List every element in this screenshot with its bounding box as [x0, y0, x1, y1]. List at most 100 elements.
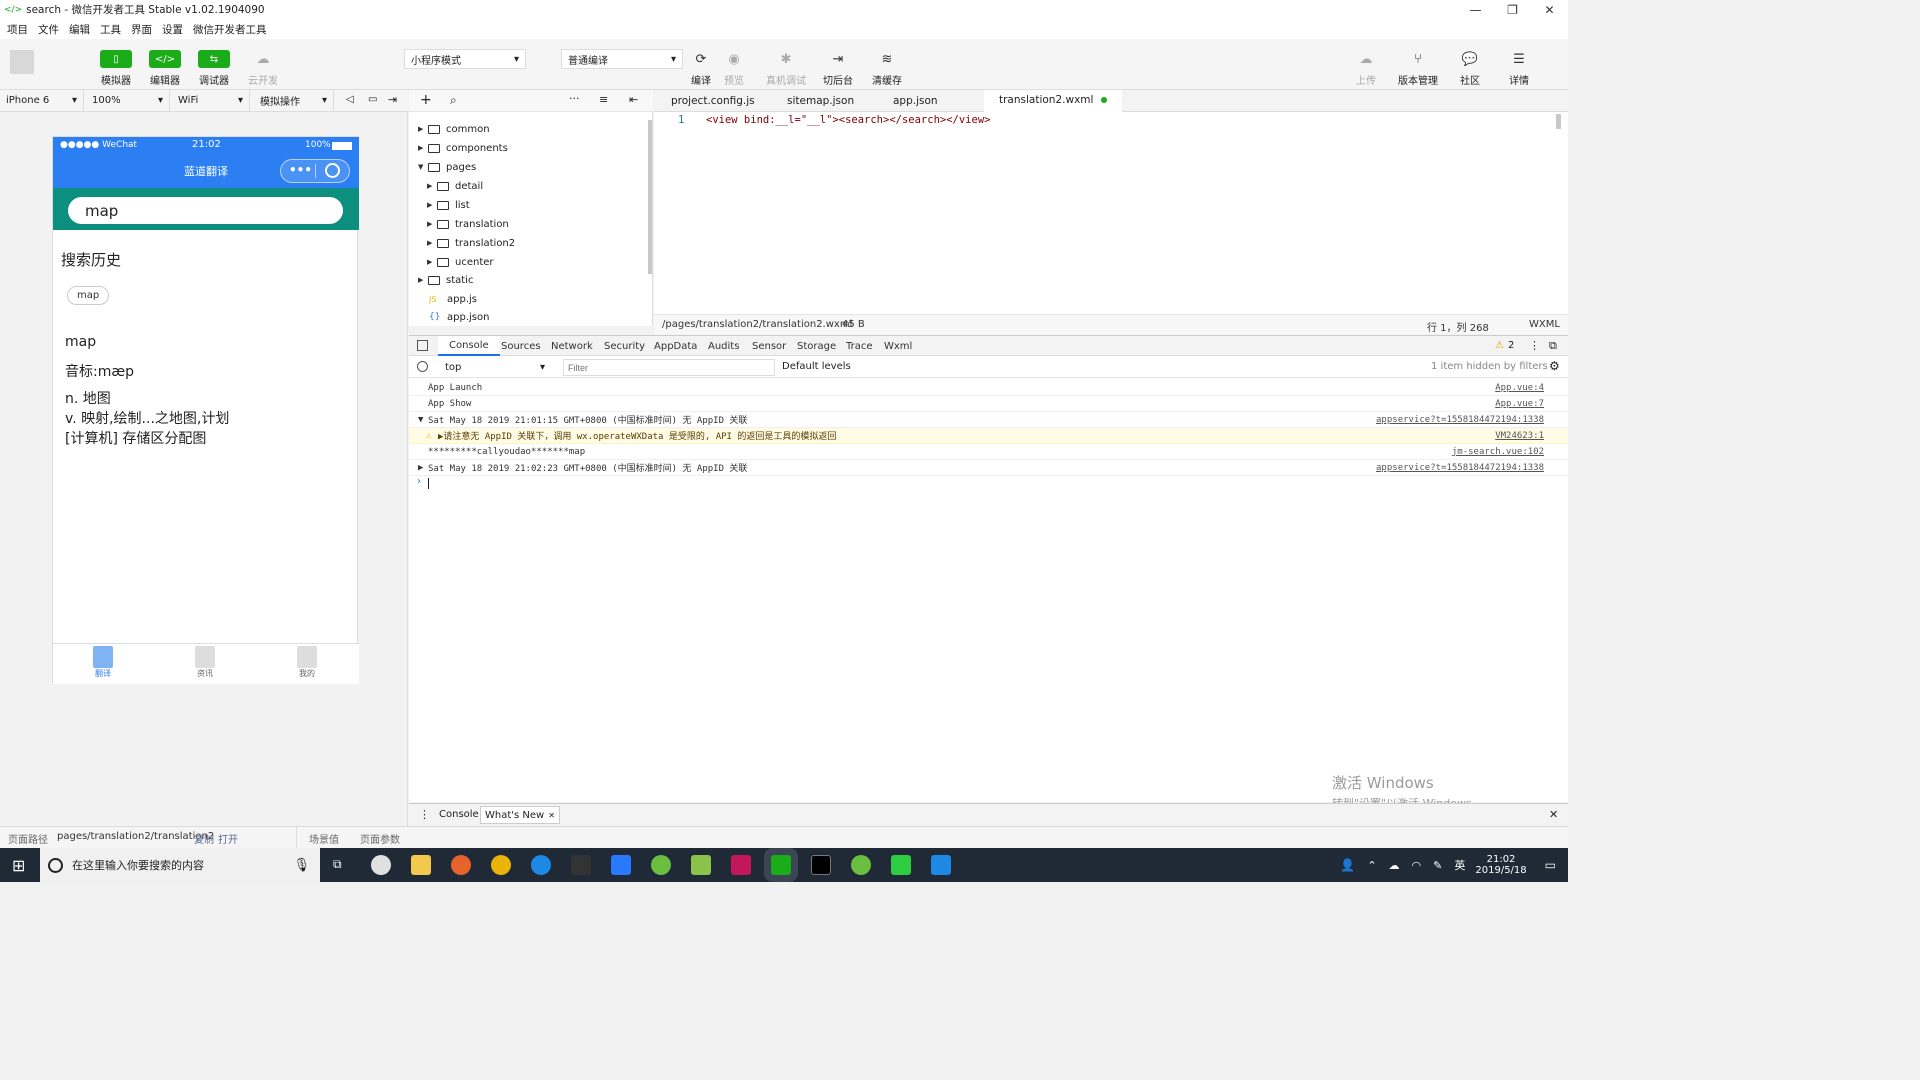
preview-button[interactable]: ◉ 预览: [710, 50, 758, 88]
notepad-icon[interactable]: [691, 855, 711, 875]
tab-appdata[interactable]: AppData: [654, 336, 697, 356]
cursor-position[interactable]: 行 1，列 268: [1427, 319, 1489, 334]
menu-edit[interactable]: 编辑: [69, 22, 90, 37]
cloud-icon[interactable]: ☁: [1389, 859, 1400, 872]
cloud-button[interactable]: ☁ 云开发: [239, 50, 287, 88]
tab-storage[interactable]: Storage: [797, 336, 836, 356]
version-button[interactable]: ⑂ 版本管理: [1394, 50, 1442, 88]
wifi-icon[interactable]: ◠: [1412, 859, 1422, 872]
context-select[interactable]: top ▾: [439, 359, 551, 375]
network-select[interactable]: WiFi ▾: [172, 90, 250, 111]
app-icon[interactable]: [571, 855, 591, 875]
taskbar-search-box[interactable]: 在这里输入你要搜索的内容 🎙: [40, 848, 320, 882]
tree-item-translation2[interactable]: ▶ translation2: [427, 234, 515, 252]
clear-console-icon[interactable]: [417, 361, 428, 372]
source-link[interactable]: VM24623:1: [1495, 431, 1544, 441]
rotate-icon[interactable]: ▭: [368, 94, 377, 105]
more-dots-icon[interactable]: •••: [289, 163, 312, 177]
tab-project-config[interactable]: project.config.js: [671, 90, 755, 112]
detach-icon[interactable]: ⇥: [388, 93, 397, 106]
debugger-button[interactable]: ⇆ 调试器: [190, 50, 238, 87]
tree-item-pages[interactable]: ▼ pages: [418, 158, 476, 176]
drawer-tab-console[interactable]: Console: [439, 809, 479, 820]
tab-mine[interactable]: 我的: [287, 646, 327, 679]
chrome-icon[interactable]: [491, 855, 511, 875]
action-select[interactable]: 模拟操作 ▾: [254, 90, 334, 111]
tab-audits[interactable]: Audits: [708, 336, 739, 356]
collapse-all-icon[interactable]: ≡: [599, 93, 608, 106]
tab-wxml[interactable]: Wxml: [884, 336, 912, 356]
history-tag[interactable]: map: [67, 286, 110, 305]
tab-trace[interactable]: Trace: [846, 336, 873, 356]
menu-view[interactable]: 界面: [131, 22, 152, 37]
menu-project[interactable]: 项目: [7, 22, 28, 37]
tree-item-translation[interactable]: ▶ translation: [427, 215, 509, 233]
source-link[interactable]: App.vue:7: [1495, 399, 1544, 409]
volume-icon[interactable]: ◁: [346, 94, 354, 105]
editor-scrollbar[interactable]: [1556, 114, 1561, 129]
scene-value[interactable]: 场景值: [309, 831, 339, 846]
close-icon[interactable]: ✕: [548, 811, 555, 820]
mode-select[interactable]: 小程序模式 ▾: [404, 49, 526, 69]
tree-item-common[interactable]: ▶ common: [418, 120, 490, 138]
code-line[interactable]: <view bind:__l="__l"><search></search></…: [706, 114, 990, 126]
search-icon[interactable]: ⌕: [450, 93, 457, 108]
capsule-menu[interactable]: •••: [280, 159, 350, 183]
clock[interactable]: 21:02 2019/5/18: [1475, 854, 1526, 876]
upload-button[interactable]: ☁ 上传: [1342, 50, 1390, 88]
windows-start-icon[interactable]: ⊞: [12, 856, 25, 875]
tree-item-ucenter[interactable]: ▶ ucenter: [427, 253, 494, 271]
tab-sitemap[interactable]: sitemap.json: [787, 90, 854, 112]
device-select[interactable]: iPhone 6 ▾: [0, 90, 84, 111]
zoom-select[interactable]: 100% ▾: [86, 90, 170, 111]
settings-gear-icon[interactable]: ⚙: [1549, 359, 1560, 373]
source-link[interactable]: App.vue:4: [1495, 383, 1544, 393]
tab-security[interactable]: Security: [604, 336, 645, 356]
wechat-devtools-icon[interactable]: [771, 855, 791, 875]
game-icon[interactable]: [371, 855, 391, 875]
language-mode[interactable]: WXML: [1529, 319, 1560, 330]
drawer-menu-icon[interactable]: ⋮: [419, 808, 430, 821]
inspect-icon[interactable]: [417, 340, 428, 351]
drawer-tab-whats-new[interactable]: What's New ✕: [480, 806, 560, 824]
search-input[interactable]: map: [68, 197, 343, 224]
close-miniapp-icon[interactable]: [325, 163, 340, 178]
editor-button[interactable]: </> 编辑器: [141, 50, 189, 87]
microphone-icon[interactable]: 🎙: [293, 858, 310, 873]
tab-translation2-wxml[interactable]: translation2.wxml: [984, 90, 1123, 112]
close-button[interactable]: ✕: [1531, 0, 1568, 19]
tree-item-components[interactable]: ▶ components: [418, 139, 508, 157]
hbuilder-icon[interactable]: [891, 855, 911, 875]
tab-app-json[interactable]: app.json: [893, 90, 938, 112]
people-icon[interactable]: 👤: [1340, 858, 1355, 872]
community-button[interactable]: 💬 社区: [1446, 50, 1494, 88]
copy-path-link[interactable]: 复制: [194, 831, 214, 846]
source-link[interactable]: appservice?t=1558184472194:1338: [1376, 463, 1544, 473]
tab-translate[interactable]: 翻译: [83, 646, 123, 679]
app-icon[interactable]: [451, 855, 471, 875]
tree-item-detail[interactable]: ▶ detail: [427, 177, 483, 195]
chevron-up-icon[interactable]: ⌃: [1367, 859, 1376, 872]
task-view-icon[interactable]: ⧉: [333, 857, 342, 872]
tab-sensor[interactable]: Sensor: [752, 336, 786, 356]
console-row[interactable]: ▶ Sat May 18 2019 21:02:23 GMT+0800 (中国标准…: [409, 460, 1568, 476]
ime-indicator[interactable]: 英: [1454, 857, 1465, 873]
tree-item-app-js[interactable]: JS app.js: [429, 290, 477, 308]
tree-item-list[interactable]: ▶ list: [427, 196, 470, 214]
vscode-icon[interactable]: [611, 855, 631, 875]
console-row[interactable]: ▼ Sat May 18 2019 21:01:15 GMT+0800 (中国标准…: [409, 412, 1568, 428]
pen-icon[interactable]: ✎: [1433, 859, 1442, 872]
open-path-link[interactable]: 打开: [218, 831, 238, 846]
remote-debug-button[interactable]: ✱ 真机调试: [762, 50, 810, 88]
console-filter-input[interactable]: [563, 359, 775, 376]
tab-news[interactable]: 资讯: [185, 646, 225, 679]
kebab-menu-icon[interactable]: ⋮: [1529, 339, 1540, 352]
source-link[interactable]: jm-search.vue:102: [1452, 447, 1544, 457]
simulator-button[interactable]: ▯ 模拟器: [92, 50, 140, 87]
tree-item-app-json[interactable]: {} app.json: [429, 308, 489, 326]
source-link[interactable]: appservice?t=1558184472194:1338: [1376, 415, 1544, 425]
warning-icon[interactable]: ⚠: [1495, 340, 1504, 351]
expand-triangle-icon[interactable]: ▼: [418, 415, 428, 425]
background-button[interactable]: ⇥ 切后台: [814, 50, 862, 88]
more-icon[interactable]: ···: [569, 92, 580, 105]
